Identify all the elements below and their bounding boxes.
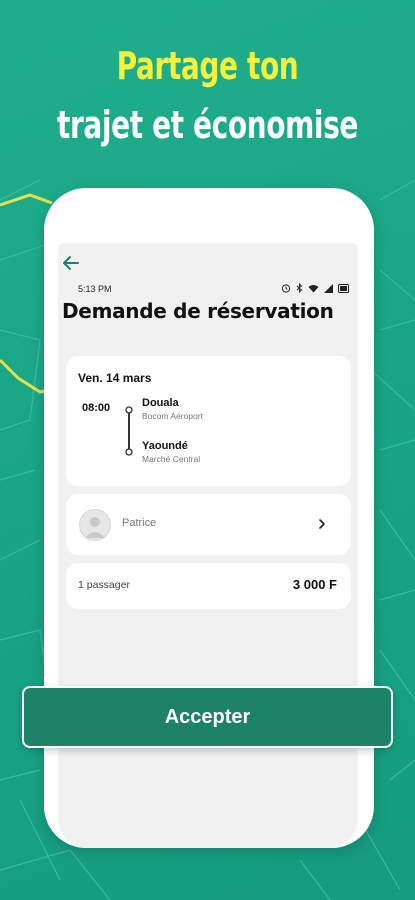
headline-line-1: Partage ton [116,44,299,88]
destination-stop: Yaoundé Marché Central [142,440,200,464]
wifi-icon [308,284,319,292]
origin-stop: Douala Bocom Aéroport [142,397,203,421]
departure-time: 08:00 [82,402,111,414]
driver-name: Patrice [122,517,157,529]
origin-place: Bocom Aéroport [142,411,203,421]
signal-icon [324,283,333,293]
trip-card: Ven. 14 mars 08:00 Douala Bocom Aéroport… [66,356,351,486]
bluetooth-icon [296,283,303,293]
origin-city: Douala [142,397,179,409]
accept-button[interactable]: Accepter [22,686,393,748]
battery-icon [338,283,349,293]
trip-date: Ven. 14 mars [78,371,152,385]
trip-price: 3 000 F [292,577,337,592]
status-bar: 5:13 PM [78,283,350,297]
page-title: Demande de réservation [62,299,334,323]
driver-card[interactable]: Patrice [66,494,351,555]
headline-line-2: trajet et économise [57,103,358,147]
passenger-count: 1 passager [78,579,130,591]
route-line-icon [125,406,133,456]
back-arrow-icon[interactable] [60,252,82,274]
status-time: 5:13 PM [78,284,112,294]
price-card: 1 passager 3 000 F [66,563,351,609]
destination-city: Yaoundé [142,440,188,452]
alarm-icon [281,284,291,293]
destination-place: Marché Central [142,454,201,464]
user-avatar-icon [79,509,111,541]
chevron-right-icon [319,519,325,529]
